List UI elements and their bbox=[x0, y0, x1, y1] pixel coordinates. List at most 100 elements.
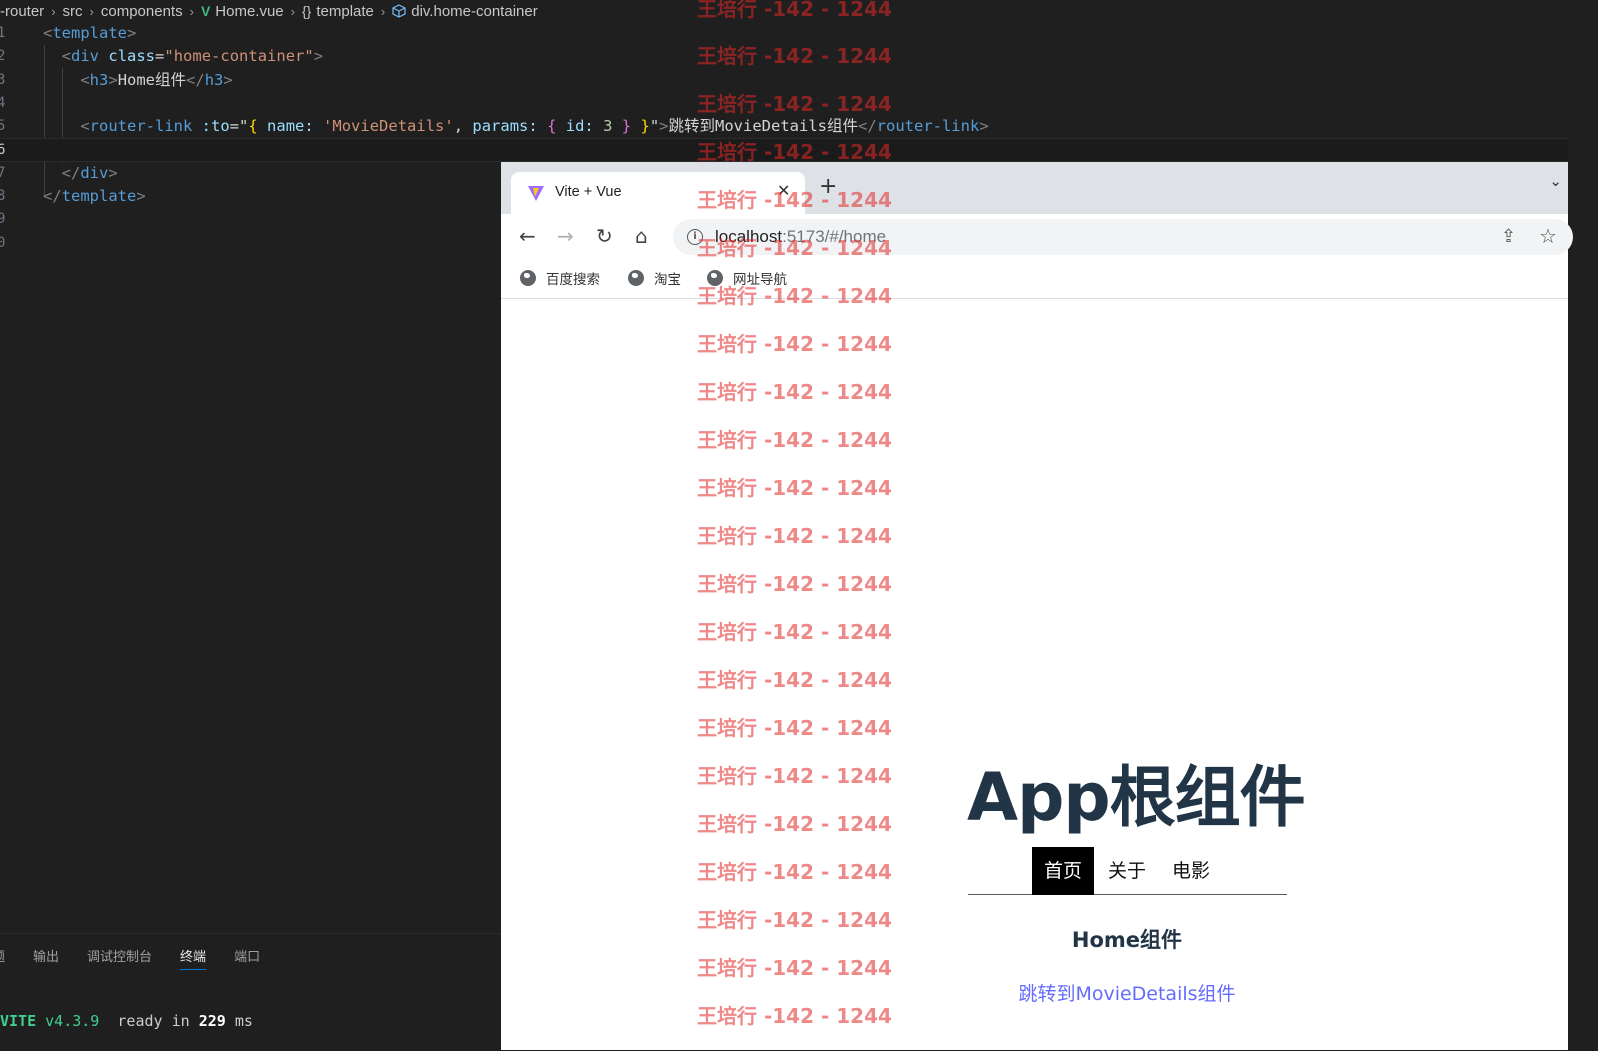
nav-link-movie[interactable]: 电影 bbox=[1160, 847, 1222, 895]
line-number: 3 bbox=[0, 71, 6, 88]
tab-problems[interactable]: 题 bbox=[0, 946, 5, 970]
bookmark-label: 淘宝 bbox=[654, 272, 681, 288]
code-line-active: 6 bbox=[0, 138, 1568, 162]
browser-toolbar: ← → ↻ ⌂ i localhost:5173/#/home ⇪ ☆ bbox=[501, 214, 1573, 260]
line-number: 4 bbox=[0, 94, 6, 111]
chevron-right-icon: › bbox=[290, 3, 295, 19]
tab-terminal[interactable]: 终端 bbox=[180, 946, 207, 970]
url-host: localhost bbox=[715, 227, 783, 246]
breadcrumb-file-home-vue[interactable]: Home.vue bbox=[215, 3, 283, 20]
chevron-right-icon: › bbox=[189, 3, 194, 19]
terminal-time-unit: ms bbox=[234, 1012, 253, 1030]
chevron-right-icon: › bbox=[51, 3, 56, 19]
panel-tabs: 题 输出 调试控制台 终端 端口 bbox=[0, 946, 260, 970]
share-icon[interactable]: ⇪ bbox=[1501, 226, 1516, 247]
tab-output[interactable]: 输出 bbox=[33, 946, 59, 970]
attr-name: :to bbox=[201, 117, 230, 136]
object-key: params: bbox=[472, 117, 538, 136]
globe-icon bbox=[520, 270, 536, 286]
breadcrumb-folder-components[interactable]: components bbox=[101, 3, 183, 20]
vue-file-icon: V bbox=[200, 3, 211, 19]
tab-title: Vite + Vue bbox=[555, 184, 622, 200]
tab-ports[interactable]: 端口 bbox=[234, 946, 260, 970]
tab-strip: Vite + Vue ✕ + ⌄ bbox=[501, 162, 1568, 214]
tag-name: div bbox=[71, 47, 100, 66]
line-number: 9 bbox=[0, 211, 6, 228]
nav-link-home[interactable]: 首页 bbox=[1032, 847, 1095, 895]
terminal-vite-name: VITE bbox=[0, 1012, 37, 1030]
movie-details-link[interactable]: 跳转到MovieDetails组件 bbox=[967, 979, 1287, 1006]
breadcrumb-symbol-template[interactable]: template bbox=[316, 3, 374, 20]
globe-icon bbox=[707, 270, 723, 286]
plus-icon[interactable]: + bbox=[819, 176, 837, 198]
nav-link-about[interactable]: 关于 bbox=[1096, 847, 1158, 895]
breadcrumb-folder-src[interactable]: src bbox=[63, 3, 83, 20]
app-nav: 首页 关于 电影 bbox=[968, 847, 1287, 895]
breadcrumb-symbol-div[interactable]: div.home-container bbox=[411, 3, 537, 20]
terminal-vite-version: v4.3.9 bbox=[45, 1012, 100, 1030]
line-number: 5 bbox=[0, 118, 6, 135]
code-line: 2 <div class="home-container"> bbox=[0, 45, 1568, 68]
line-number: 0 bbox=[0, 234, 6, 251]
chevron-right-icon: › bbox=[89, 3, 94, 19]
breadcrumb-folder-router[interactable]: -router bbox=[0, 3, 44, 20]
object-key: id: bbox=[565, 117, 594, 136]
reload-icon[interactable]: ↻ bbox=[596, 224, 613, 248]
terminal-output[interactable]: VITE v4.3.9 ready in 229 ms bbox=[0, 1012, 253, 1030]
bottom-panel: 题 输出 调试控制台 终端 端口 VITE v4.3.9 ready in 22… bbox=[0, 933, 501, 1051]
bookmark-label: 网址导航 bbox=[733, 272, 787, 288]
line-number: 7 bbox=[0, 164, 6, 181]
tag-name: template bbox=[61, 187, 137, 206]
tag-name: template bbox=[52, 24, 127, 42]
chevron-down-icon[interactable]: ⌄ bbox=[1549, 172, 1562, 190]
object-key: name: bbox=[267, 117, 314, 136]
tab-debug-console[interactable]: 调试控制台 bbox=[87, 946, 152, 970]
close-icon[interactable]: ✕ bbox=[777, 181, 790, 200]
bookmarks-bar: 百度搜索 淘宝 网址导航 bbox=[501, 260, 1568, 299]
globe-icon bbox=[628, 270, 644, 286]
bookmark-baidu[interactable]: 百度搜索 bbox=[520, 268, 600, 288]
forward-arrow-icon[interactable]: → bbox=[557, 224, 574, 248]
info-icon[interactable]: i bbox=[687, 229, 703, 245]
url-path: :5173/#/home bbox=[782, 227, 887, 246]
web-page: App根组件 首页 关于 电影 Home组件 跳转到MovieDetails组件 bbox=[501, 299, 1568, 1050]
star-icon[interactable]: ☆ bbox=[1539, 224, 1557, 248]
code-line: 3 <h3>Home组件</h3> bbox=[0, 69, 1568, 92]
bookmark-taobao[interactable]: 淘宝 bbox=[628, 268, 681, 288]
line-number: 1 bbox=[0, 25, 6, 41]
line-number: 2 bbox=[0, 48, 6, 65]
home-icon[interactable]: ⌂ bbox=[635, 224, 648, 248]
tag-name: h3 bbox=[204, 70, 224, 89]
browser-tab[interactable]: Vite + Vue ✕ bbox=[511, 172, 805, 214]
terminal-ready-text: ready in bbox=[117, 1012, 190, 1030]
bookmark-label: 百度搜索 bbox=[546, 272, 600, 288]
bookmark-nav[interactable]: 网址导航 bbox=[707, 268, 787, 288]
breadcrumb: -router › src › components › V Home.vue … bbox=[0, 0, 1000, 22]
terminal-ready-time: 229 bbox=[198, 1012, 226, 1030]
element-cube-icon bbox=[392, 4, 406, 18]
braces-icon: {} bbox=[302, 3, 312, 19]
attr-name: class bbox=[108, 47, 156, 66]
tag-name: router-link bbox=[89, 117, 193, 136]
chevron-right-icon: › bbox=[380, 3, 386, 19]
attr-value: "home-container" bbox=[164, 47, 314, 66]
text-node: 跳转到MovieDetails组件 bbox=[668, 117, 858, 136]
back-arrow-icon[interactable]: ← bbox=[519, 224, 536, 248]
url-text[interactable]: localhost:5173/#/home bbox=[715, 227, 886, 247]
home-heading: Home组件 bbox=[1071, 928, 1183, 952]
tag-name: div bbox=[80, 163, 109, 182]
vite-logo-icon bbox=[528, 186, 544, 201]
line-number: 8 bbox=[0, 188, 6, 205]
code-line: 1 <template> bbox=[0, 22, 1568, 45]
number-literal: 3 bbox=[603, 117, 613, 136]
page-title: App根组件 bbox=[967, 759, 1306, 836]
code-line: 4 bbox=[0, 92, 1568, 115]
browser-window: Vite + Vue ✕ + ⌄ ← → ↻ ⌂ i localhost:517… bbox=[501, 162, 1573, 1050]
string-literal: 'MovieDetails' bbox=[323, 117, 454, 136]
line-number: 6 bbox=[0, 142, 6, 159]
code-line: 5 <router-link :to="{ name: 'MovieDetail… bbox=[0, 115, 1568, 138]
address-bar[interactable]: i localhost:5173/#/home ⇪ ☆ bbox=[673, 219, 1573, 255]
text-node: Home组件 bbox=[117, 70, 187, 89]
tag-name: router-link bbox=[876, 117, 980, 136]
tag-name: h3 bbox=[89, 70, 109, 89]
